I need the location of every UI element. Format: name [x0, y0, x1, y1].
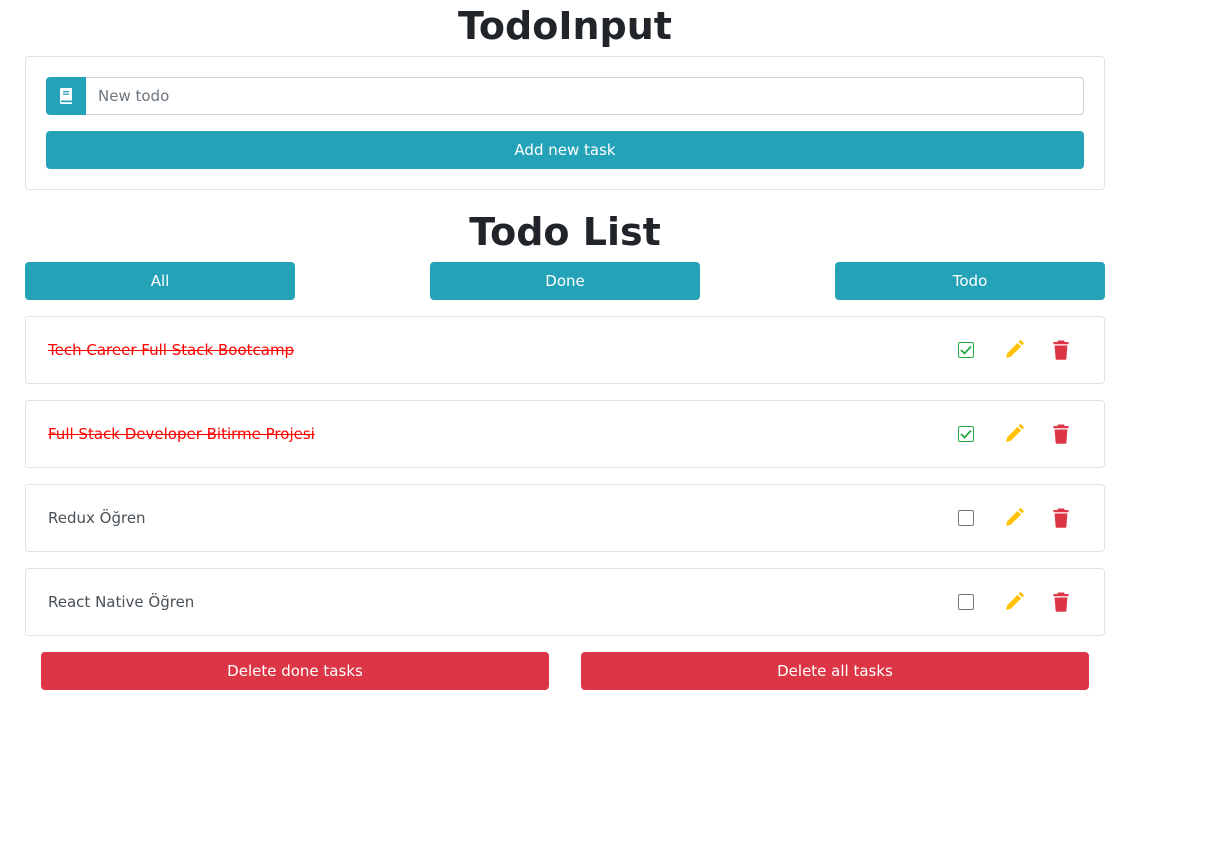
todo-text: Redux Öğren [48, 509, 146, 527]
pencil-icon[interactable] [1004, 592, 1024, 612]
pencil-icon[interactable] [1004, 508, 1024, 528]
trash-icon[interactable] [1053, 340, 1069, 360]
todo-input-group [46, 77, 1084, 115]
todo-item: React Native Öğren [25, 568, 1105, 636]
delete-all-tasks-button[interactable]: Delete all tasks [581, 652, 1089, 690]
add-task-button[interactable]: Add new task [46, 131, 1084, 169]
todo-text: React Native Öğren [48, 593, 195, 611]
todo-item: Redux Öğren [25, 484, 1105, 552]
done-checkbox[interactable] [958, 510, 974, 526]
done-checkbox[interactable] [958, 426, 974, 442]
todo-input-card: Add new task [25, 56, 1105, 190]
trash-icon[interactable] [1053, 592, 1069, 612]
todo-item: Full Stack Developer Bitirme Projesi [25, 400, 1105, 468]
book-icon [60, 88, 72, 104]
page: TodoInput Add new task Todo List All Don… [0, 0, 1209, 857]
done-checkbox[interactable] [958, 342, 974, 358]
todo-text: Full Stack Developer Bitirme Projesi [48, 425, 315, 443]
todo-list-title: Todo List [469, 210, 661, 254]
checkmark-icon [960, 345, 972, 355]
todo-text: Tech Career Full Stack Bootcamp [48, 341, 295, 359]
new-todo-input[interactable] [86, 77, 1084, 115]
input-addon [46, 77, 86, 115]
filter-todo-button[interactable]: Todo [835, 262, 1105, 300]
trash-icon[interactable] [1053, 508, 1069, 528]
pencil-icon[interactable] [1004, 340, 1024, 360]
delete-done-tasks-button[interactable]: Delete done tasks [41, 652, 549, 690]
trash-icon[interactable] [1053, 424, 1069, 444]
pencil-icon[interactable] [1004, 424, 1024, 444]
todo-item: Tech Career Full Stack Bootcamp [25, 316, 1105, 384]
filter-done-button[interactable]: Done [430, 262, 700, 300]
todo-input-title: TodoInput [458, 4, 672, 48]
filter-all-button[interactable]: All [25, 262, 295, 300]
checkmark-icon [960, 429, 972, 439]
done-checkbox[interactable] [958, 594, 974, 610]
